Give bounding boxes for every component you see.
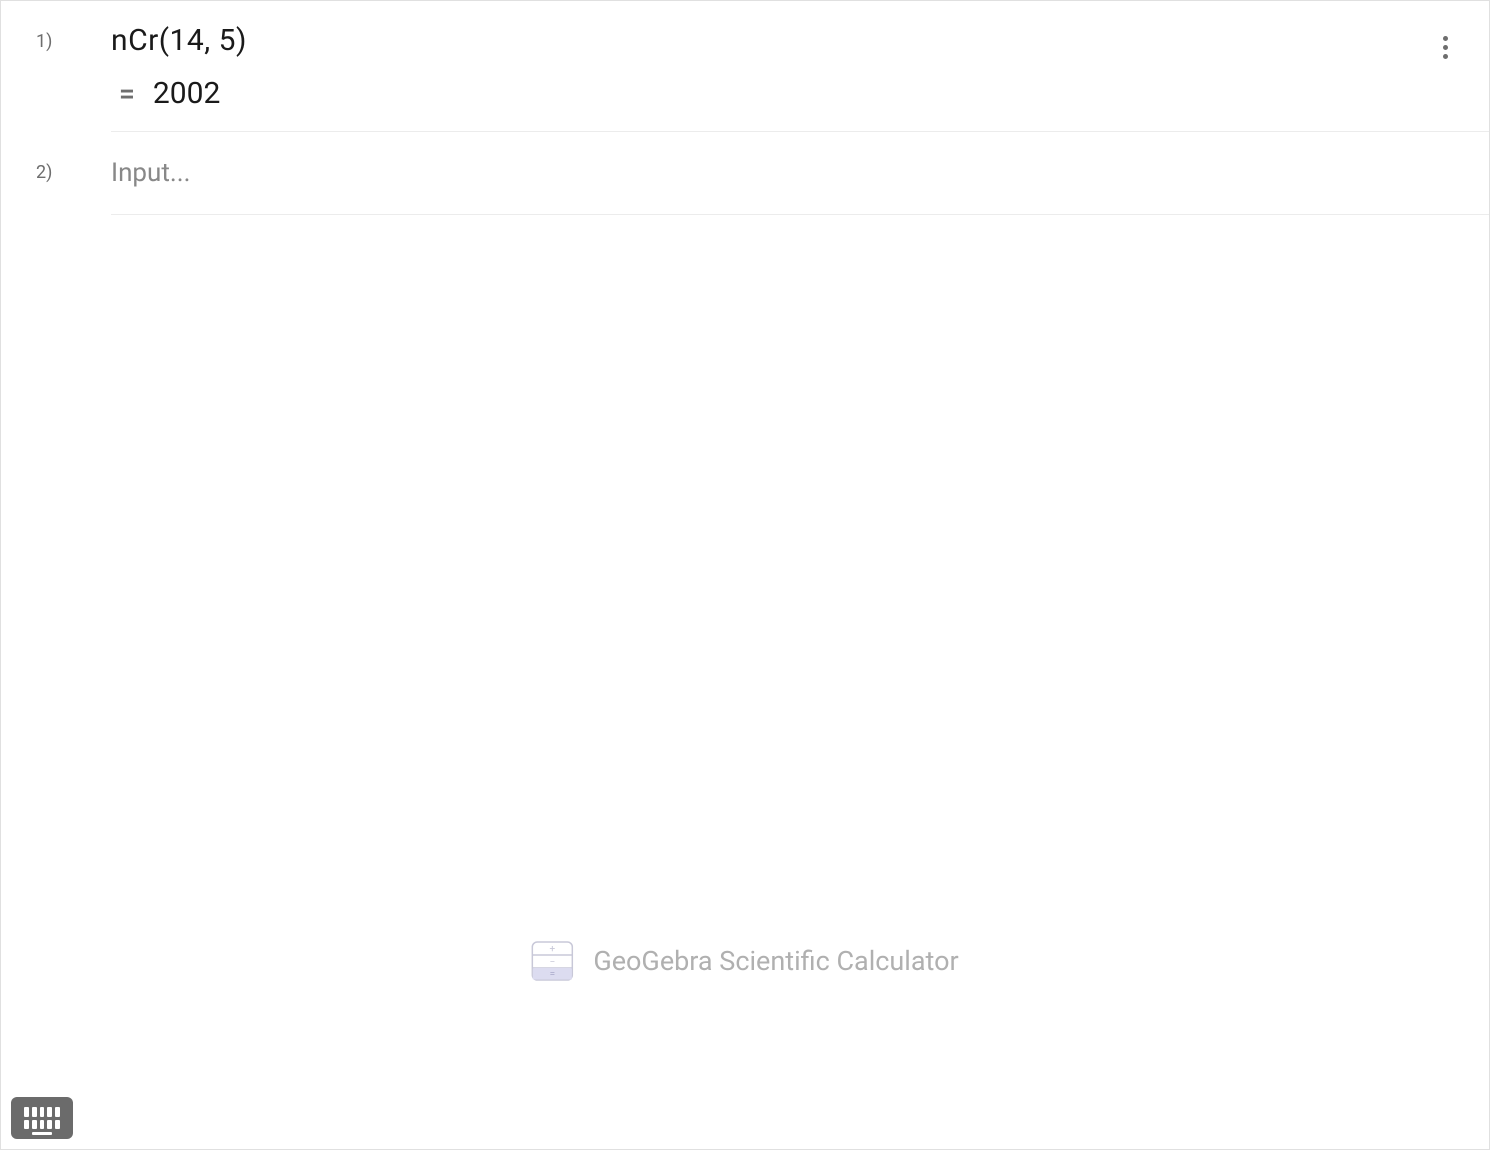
input-row: 2) Input...: [1, 132, 1489, 215]
expression: nCr(14, 5): [111, 23, 1409, 58]
more-vertical-icon: [1443, 36, 1448, 41]
row-number: 2): [1, 132, 111, 183]
result-value: 2002: [153, 76, 220, 111]
branding-text: GeoGebra Scientific Calculator: [593, 945, 958, 977]
input-field[interactable]: Input...: [111, 132, 1489, 215]
branding: + − = GeoGebra Scientific Calculator: [531, 941, 958, 981]
row-number: 1): [1, 1, 111, 52]
svg-text:=: =: [550, 969, 556, 980]
more-options-button[interactable]: [1429, 31, 1461, 63]
keyboard-icon: [24, 1107, 60, 1129]
calculation-row: 1) nCr(14, 5) = 2002: [1, 1, 1489, 132]
keyboard-toggle-button[interactable]: [11, 1097, 73, 1139]
calculator-icon: + − =: [531, 941, 573, 981]
equals-sign: =: [119, 77, 135, 110]
result-line: = 2002: [111, 76, 1409, 111]
calculator-app: 1) nCr(14, 5) = 2002 2) Input...: [0, 0, 1490, 1150]
row-content[interactable]: nCr(14, 5) = 2002: [111, 1, 1489, 132]
svg-text:+: +: [549, 944, 555, 955]
input-placeholder: Input...: [111, 158, 1409, 188]
svg-text:−: −: [549, 957, 555, 968]
